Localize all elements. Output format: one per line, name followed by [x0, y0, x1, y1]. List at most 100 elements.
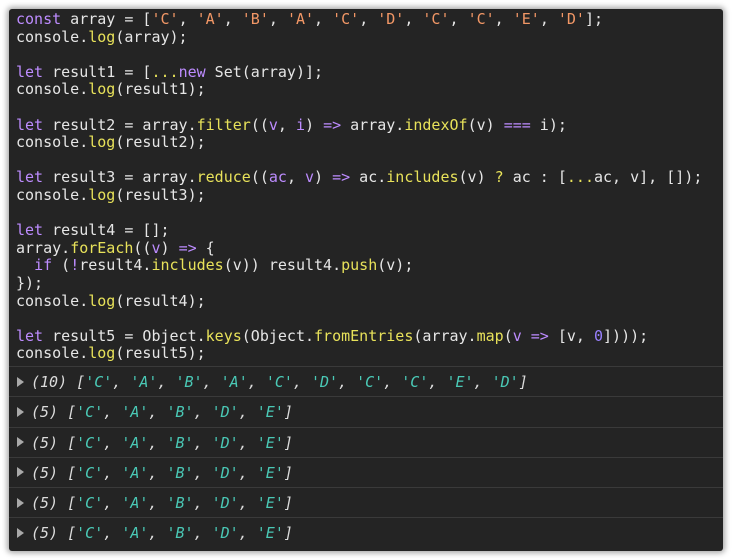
- array-item-value: 'D': [211, 494, 239, 513]
- expand-triangle-icon[interactable]: [17, 467, 24, 478]
- array-item-value: 'B': [166, 403, 194, 422]
- console-log-row[interactable]: (10) ['C', 'A', 'B', 'A', 'C', 'D', 'C',…: [9, 367, 723, 398]
- array-separator: ,: [383, 373, 402, 391]
- code-line: let result3 = array.reduce((ac, v) => ac…: [16, 169, 723, 187]
- code-token-str: 'E': [512, 10, 540, 28]
- code-token-str: 'C': [422, 10, 450, 28]
- code-token-plain: ): [160, 238, 179, 257]
- array-item-value: 'A': [121, 524, 149, 543]
- code-editor[interactable]: const array = ['C', 'A', 'B', 'A', 'C', …: [9, 9, 723, 367]
- array-item-value: 'A': [121, 433, 149, 452]
- array-item-value: 'E': [256, 524, 284, 543]
- array-item-value: 'A': [220, 373, 248, 391]
- code-line: console.log(result4);: [16, 291, 723, 311]
- blank-code-line: ​: [16, 205, 723, 223]
- code-token-plain: (result2);: [115, 133, 206, 152]
- array-length-label: (5): [31, 463, 59, 482]
- code-token-kw: new: [178, 62, 206, 81]
- array-item-value: 'B': [166, 433, 194, 452]
- array-separator: ,: [247, 373, 266, 391]
- code-token-fn: log: [88, 133, 116, 152]
- code-token-plain: (v): [467, 115, 504, 134]
- array-item-value: 'E': [256, 433, 284, 452]
- code-token-fn: ...: [151, 62, 179, 81]
- array-separator: ,: [103, 403, 122, 422]
- code-token-str: 'A': [286, 10, 315, 28]
- array-item-value: 'A': [121, 403, 149, 422]
- code-token-plain: (result4);: [115, 291, 206, 310]
- console-log-row[interactable]: (5) ['C', 'A', 'B', 'D', 'E']: [9, 458, 723, 489]
- code-token-kw: v: [151, 238, 161, 257]
- code-token-fn: filter: [196, 115, 251, 134]
- code-line: console.log(result5);: [16, 344, 723, 363]
- array-separator: ,: [103, 494, 122, 513]
- array-item-value: 'C': [76, 403, 104, 422]
- array-open-bracket: [: [67, 373, 86, 391]
- array-open-bracket: [: [58, 433, 77, 452]
- array-separator: ,: [428, 373, 447, 391]
- array-item-value: 'D': [211, 403, 239, 422]
- array-item-value: 'A': [121, 463, 149, 482]
- code-token-kw: if: [34, 256, 53, 275]
- code-token-plain: (result5);: [115, 344, 206, 363]
- array-separator: ,: [193, 403, 212, 422]
- blank-code-line: ​: [16, 46, 723, 64]
- code-token-plain: array = [: [61, 10, 152, 28]
- code-line: let result2 = array.filter((v, i) => arr…: [16, 115, 723, 135]
- console-log-row[interactable]: (5) ['C', 'A', 'B', 'D', 'E']: [9, 397, 723, 428]
- code-token-plain: ): [314, 168, 333, 187]
- code-token-kw: !: [70, 256, 80, 275]
- array-close-bracket: ]: [283, 494, 293, 513]
- array-item-value: 'A': [121, 494, 149, 513]
- devtools-console-window: const array = ['C', 'A', 'B', 'A', 'C', …: [9, 9, 723, 551]
- code-token-plain: (: [503, 326, 513, 345]
- console-log-row[interactable]: (5) ['C', 'A', 'B', 'D', 'E']: [9, 428, 723, 458]
- code-token-plain: ,: [277, 115, 296, 134]
- array-separator: ,: [238, 433, 257, 452]
- code-token-plain: console.: [16, 344, 89, 363]
- code-token-plain: array.: [16, 238, 71, 257]
- code-token-str: 'D': [557, 10, 585, 28]
- code-line: if (!result4.includes(v)) result4.push(v…: [16, 257, 723, 275]
- array-item-value: 'E': [256, 403, 284, 422]
- blank-code-line: ​: [16, 310, 723, 328]
- array-separator: ,: [238, 403, 257, 422]
- console-log-row[interactable]: (5) ['C', 'A', 'B', 'D', 'E']: [9, 518, 723, 548]
- code-token-plain: (array.: [413, 326, 477, 345]
- code-token-plain: ((: [250, 115, 269, 134]
- expand-triangle-icon[interactable]: [17, 376, 24, 387]
- array-item-value: 'B': [166, 463, 194, 482]
- array-item-value: 'C': [76, 524, 104, 543]
- array-separator: ,: [193, 494, 212, 513]
- code-token-fn: log: [88, 344, 116, 363]
- code-token-kw: let: [16, 62, 44, 81]
- code-token-plain: result4 = [];: [43, 221, 170, 240]
- code-line: let result1 = [...new Set(array)];: [16, 62, 723, 82]
- expand-triangle-icon[interactable]: [17, 406, 24, 417]
- array-open-bracket: [: [58, 403, 77, 422]
- array-item-value: 'C': [76, 494, 104, 513]
- code-token-plain: ((: [250, 168, 269, 187]
- code-line: array.forEach((v) => {: [16, 238, 723, 258]
- code-token-plain: (v)) result4.: [223, 256, 342, 275]
- code-token-fn: log: [88, 27, 116, 46]
- code-token-plain: (v);: [377, 256, 414, 275]
- code-token-plain: ac, v], []);: [594, 168, 703, 187]
- blank-code-line: ​: [16, 152, 723, 170]
- code-token-plain: ): [305, 115, 324, 134]
- expand-triangle-icon[interactable]: [17, 527, 24, 538]
- code-token-kw: ===: [503, 115, 531, 134]
- console-log-row[interactable]: (5) ['C', 'A', 'B', 'D', 'E']: [9, 488, 723, 519]
- code-line: console.log(result1);: [16, 81, 723, 99]
- code-token-kw: ac: [268, 168, 287, 187]
- code-token-fn: log: [88, 291, 116, 310]
- expand-triangle-icon[interactable]: [17, 497, 24, 508]
- array-separator: ,: [202, 373, 221, 391]
- array-close-bracket: ]: [518, 373, 528, 391]
- code-token-plain: (array);: [115, 27, 188, 46]
- code-token-fn: reduce: [196, 168, 251, 187]
- code-token-plain: ,: [223, 10, 242, 28]
- code-token-fn: forEach: [70, 238, 134, 257]
- expand-triangle-icon[interactable]: [17, 437, 24, 448]
